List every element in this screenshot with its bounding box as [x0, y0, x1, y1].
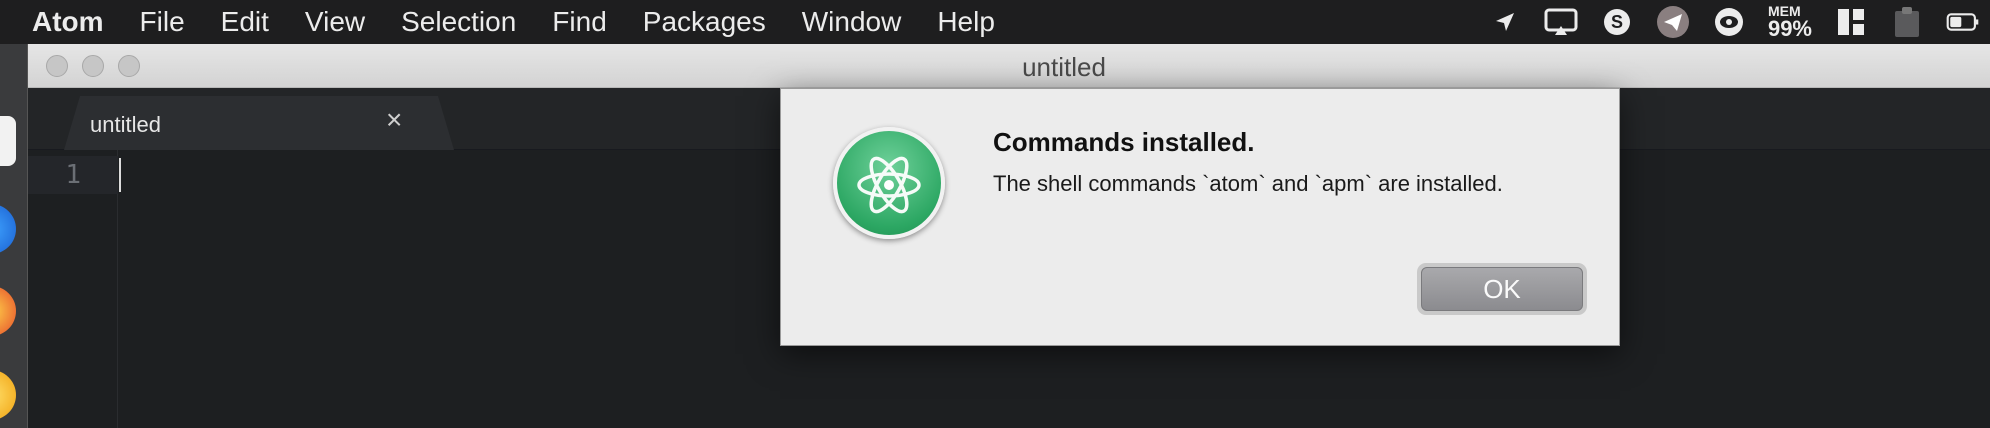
ok-button-focus-ring: OK	[1417, 263, 1587, 315]
safari-icon[interactable]	[0, 204, 16, 254]
menu-app-atom[interactable]: Atom	[0, 0, 122, 44]
menu-window[interactable]: Window	[784, 0, 920, 44]
tab-title: untitled	[90, 112, 161, 137]
status-area: S MEM 99%	[1488, 0, 1990, 44]
tab-close-icon[interactable]: ×	[386, 104, 402, 136]
line-gutter: 1	[28, 150, 118, 428]
window-title: untitled	[1022, 52, 1106, 82]
telegram-icon[interactable]	[1656, 5, 1690, 39]
chrome-icon[interactable]	[0, 286, 16, 336]
dialog-title: Commands installed.	[993, 127, 1255, 157]
app-menu: Atom File Edit View Selection Find Packa…	[0, 0, 1013, 44]
menu-selection[interactable]: Selection	[383, 0, 534, 44]
menu-help[interactable]: Help	[919, 0, 1013, 44]
dock-app-icon-2[interactable]	[0, 370, 16, 420]
menu-bar: Atom File Edit View Selection Find Packa…	[0, 0, 1990, 44]
dialog-message: The shell commands `atom` and `apm` are …	[993, 171, 1503, 196]
mem-value: 99%	[1767, 16, 1812, 41]
svg-text:S: S	[1611, 12, 1623, 32]
atom-app-icon	[833, 127, 945, 239]
location-arrow-icon[interactable]	[1488, 5, 1522, 39]
eye-icon[interactable]	[1712, 5, 1746, 39]
mem-monitor[interactable]: MEM 99%	[1768, 4, 1812, 40]
title-bar: untitled	[28, 44, 1990, 88]
commands-installed-dialog: Commands installed. The shell commands `…	[780, 88, 1620, 346]
menu-find[interactable]: Find	[534, 0, 624, 44]
airplay-icon[interactable]	[1544, 5, 1578, 39]
clipboard-icon[interactable]	[1890, 5, 1924, 39]
line-number: 1	[65, 160, 81, 190]
menu-view[interactable]: View	[287, 0, 383, 44]
text-cursor	[119, 158, 121, 192]
menu-edit[interactable]: Edit	[203, 0, 287, 44]
dock-app-icon[interactable]	[0, 116, 16, 166]
grid-icon[interactable]	[1834, 5, 1868, 39]
battery-icon[interactable]	[1946, 5, 1980, 39]
skype-icon[interactable]: S	[1600, 5, 1634, 39]
menu-file[interactable]: File	[122, 0, 203, 44]
menu-packages[interactable]: Packages	[625, 0, 784, 44]
ok-button[interactable]: OK	[1421, 267, 1583, 311]
dock	[0, 44, 28, 428]
